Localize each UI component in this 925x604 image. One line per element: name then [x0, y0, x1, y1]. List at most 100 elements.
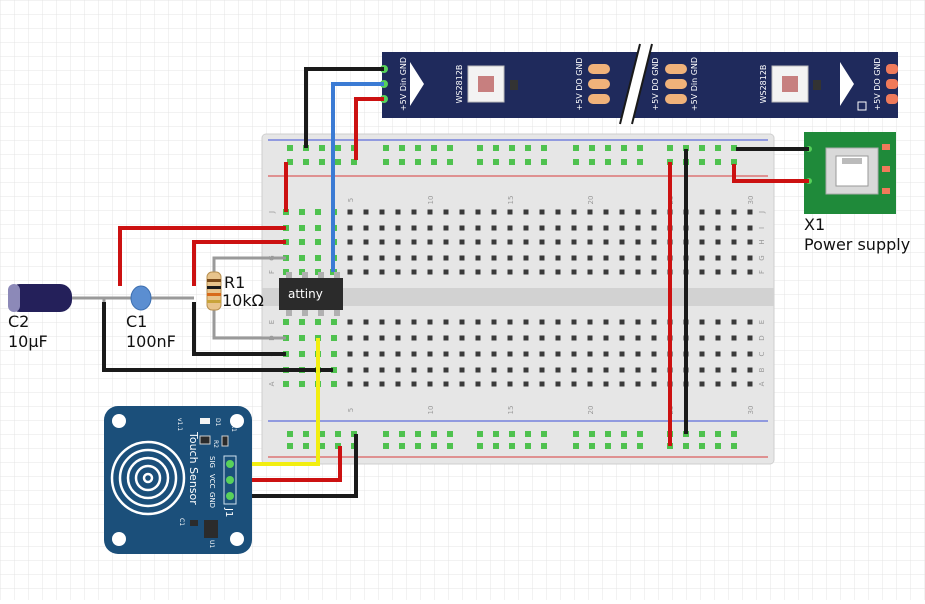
- connected-hole: [299, 209, 305, 215]
- breadboard-hole: [363, 239, 369, 245]
- breadboard-hole: [427, 367, 433, 373]
- pad: [665, 64, 687, 74]
- breadboard-hole: [731, 381, 737, 387]
- c2-value: 10µF: [8, 332, 48, 351]
- column-number: 20: [587, 196, 595, 205]
- connected-hole: [493, 431, 499, 437]
- row-letter: J: [758, 211, 766, 214]
- breadboard-hole: [539, 239, 545, 245]
- breadboard-hole: [427, 269, 433, 275]
- breadboard-hole: [475, 335, 481, 341]
- row-letter: C: [758, 351, 766, 356]
- breadboard-hole: [363, 351, 369, 357]
- row-letter: B: [758, 367, 766, 372]
- ps-pad: [882, 188, 890, 194]
- breadboard-hole: [635, 209, 641, 215]
- breadboard-hole: [571, 255, 577, 261]
- breadboard-hole: [539, 255, 545, 261]
- pad: [588, 64, 610, 74]
- breadboard-hole: [603, 381, 609, 387]
- breadboard-hole: [475, 381, 481, 387]
- connected-hole: [621, 443, 627, 449]
- c2-ref: C2: [8, 312, 29, 331]
- strip-pin-labels-left: +5V Din GND: [399, 57, 408, 111]
- breadboard-hole: [731, 209, 737, 215]
- breadboard-hole: [587, 209, 593, 215]
- breadboard-hole: [603, 225, 609, 231]
- connected-hole: [509, 159, 515, 165]
- breadboard-hole: [651, 209, 657, 215]
- breadboard-hole: [651, 239, 657, 245]
- connected-hole: [699, 145, 705, 151]
- breadboard-hole: [427, 381, 433, 387]
- strip-pin-labels-do: +5V DO GND: [575, 57, 584, 110]
- connected-hole: [283, 381, 289, 387]
- ic-pin: [334, 310, 340, 316]
- connected-hole: [621, 431, 627, 437]
- mount-hole: [112, 414, 126, 428]
- breadboard-hole: [379, 351, 385, 357]
- breadboard-hole: [747, 269, 753, 275]
- breadboard-hole: [507, 319, 513, 325]
- breadboard-hole: [347, 239, 353, 245]
- breadboard-hole: [507, 239, 513, 245]
- breadboard-hole: [475, 255, 481, 261]
- resistor-band: [207, 279, 221, 282]
- led-chip-label-2: WS2812B: [759, 65, 768, 104]
- connected-hole: [447, 145, 453, 151]
- smd-part: [221, 435, 229, 447]
- connected-hole: [299, 381, 305, 387]
- breadboard-hole: [411, 225, 417, 231]
- breadboard-hole: [571, 335, 577, 341]
- attiny-label: attiny: [288, 287, 323, 301]
- ic-pin: [302, 310, 308, 316]
- column-number: 20: [587, 406, 595, 415]
- connected-hole: [509, 443, 515, 449]
- breadboard-hole: [379, 367, 385, 373]
- breadboard-hole: [491, 225, 497, 231]
- connected-hole: [315, 225, 321, 231]
- breadboard-hole: [475, 269, 481, 275]
- breadboard-hole: [731, 335, 737, 341]
- mount-hole: [112, 532, 126, 546]
- breadboard-hole: [491, 319, 497, 325]
- resistor-ref: R1: [224, 273, 245, 292]
- column-number: 30: [747, 406, 755, 415]
- breadboard-hole: [603, 367, 609, 373]
- touch-sensor-version: v1.1: [176, 418, 183, 431]
- breadboard-hole: [411, 319, 417, 325]
- ps-pad: [882, 144, 890, 150]
- c1-value: 100nF: [126, 332, 176, 351]
- touch-header-label: J1: [223, 507, 234, 517]
- breadboard-hole: [747, 367, 753, 373]
- resistor-band: [207, 300, 221, 303]
- breadboard-hole: [443, 209, 449, 215]
- breadboard-hole: [635, 335, 641, 341]
- breadboard-hole: [699, 381, 705, 387]
- row-letter: G: [758, 255, 766, 260]
- breadboard-hole: [475, 351, 481, 357]
- led-chip-label: WS2812B: [455, 65, 464, 104]
- breadboard-hole: [395, 381, 401, 387]
- breadboard-hole: [715, 351, 721, 357]
- breadboard-hole: [715, 239, 721, 245]
- connected-hole: [287, 443, 293, 449]
- breadboard-hole: [363, 319, 369, 325]
- breadboard-hole: [619, 319, 625, 325]
- breadboard-hole: [555, 239, 561, 245]
- row-letter: I: [758, 227, 766, 229]
- breadboard-hole: [747, 209, 753, 215]
- breadboard-hole: [651, 319, 657, 325]
- connected-hole: [331, 335, 337, 341]
- breadboard-hole: [411, 367, 417, 373]
- connected-hole: [299, 319, 305, 325]
- connected-hole: [315, 255, 321, 261]
- breadboard-hole: [507, 255, 513, 261]
- connected-hole: [383, 443, 389, 449]
- pad: [886, 79, 898, 89]
- breadboard-hole: [635, 225, 641, 231]
- connected-hole: [319, 145, 325, 151]
- breadboard-hole: [395, 225, 401, 231]
- ceramic-cap-body: [130, 285, 152, 311]
- touch-pin-label-sig: SIG: [208, 456, 216, 468]
